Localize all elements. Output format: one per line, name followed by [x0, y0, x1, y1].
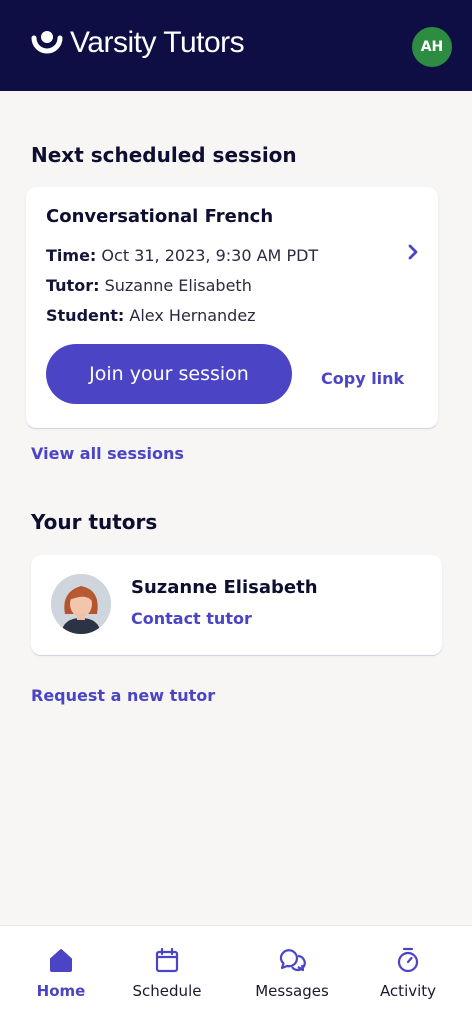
user-avatar[interactable]: AH [412, 27, 452, 67]
session-tutor-label: Tutor: [46, 276, 100, 295]
brand-name: Varsity Tutors [70, 26, 245, 59]
chevron-right-icon[interactable] [406, 242, 420, 262]
tutor-photo [51, 574, 111, 634]
nav-home[interactable]: Home [22, 926, 100, 1024]
brand-logo[interactable]: Varsity Tutors [30, 26, 245, 60]
session-student-label: Student: [46, 306, 125, 325]
varsity-tutors-logo-icon [31, 31, 63, 54]
nav-home-label: Home [36, 982, 86, 1000]
chat-bubbles-icon [279, 949, 306, 972]
contact-tutor-link[interactable]: Contact tutor [131, 609, 252, 628]
view-all-sessions-link[interactable]: View all sessions [31, 444, 184, 463]
nav-schedule-label: Schedule [132, 982, 202, 1000]
nav-schedule[interactable]: Schedule [122, 926, 212, 1024]
session-card[interactable]: Conversational French Time: Oct 31, 2023… [26, 187, 438, 428]
nav-activity-label: Activity [379, 982, 437, 1000]
nav-messages-label: Messages [255, 982, 329, 1000]
tutor-name: Suzanne Elisabeth [131, 577, 318, 598]
session-time: Time: Oct 31, 2023, 9:30 AM PDT [46, 246, 318, 265]
copy-link-button[interactable]: Copy link [321, 369, 404, 388]
session-student-value: Alex Hernandez [129, 306, 256, 325]
your-tutors-heading: Your tutors [31, 510, 158, 534]
request-new-tutor-link[interactable]: Request a new tutor [31, 686, 215, 705]
session-tutor-value: Suzanne Elisabeth [104, 276, 252, 295]
session-time-value: Oct 31, 2023, 9:30 AM PDT [101, 246, 319, 265]
tutor-card[interactable]: Suzanne Elisabeth Contact tutor [31, 555, 442, 655]
next-session-heading: Next scheduled session [31, 143, 297, 167]
session-student: Student: Alex Hernandez [46, 306, 256, 325]
join-session-button[interactable]: Join your session [46, 344, 292, 404]
app-header: Varsity Tutors AH [0, 0, 472, 91]
session-tutor: Tutor: Suzanne Elisabeth [46, 276, 252, 295]
tutor-portrait-icon [51, 574, 111, 634]
home-icon [50, 949, 72, 972]
nav-activity[interactable]: Activity [370, 926, 446, 1024]
session-time-label: Time: [46, 246, 97, 265]
session-course-title: Conversational French [46, 206, 274, 227]
bottom-navigation: Home Schedule Messages Activity [0, 925, 472, 1024]
nav-messages[interactable]: Messages [244, 926, 340, 1024]
calendar-icon [155, 947, 179, 973]
stopwatch-icon [397, 947, 419, 973]
